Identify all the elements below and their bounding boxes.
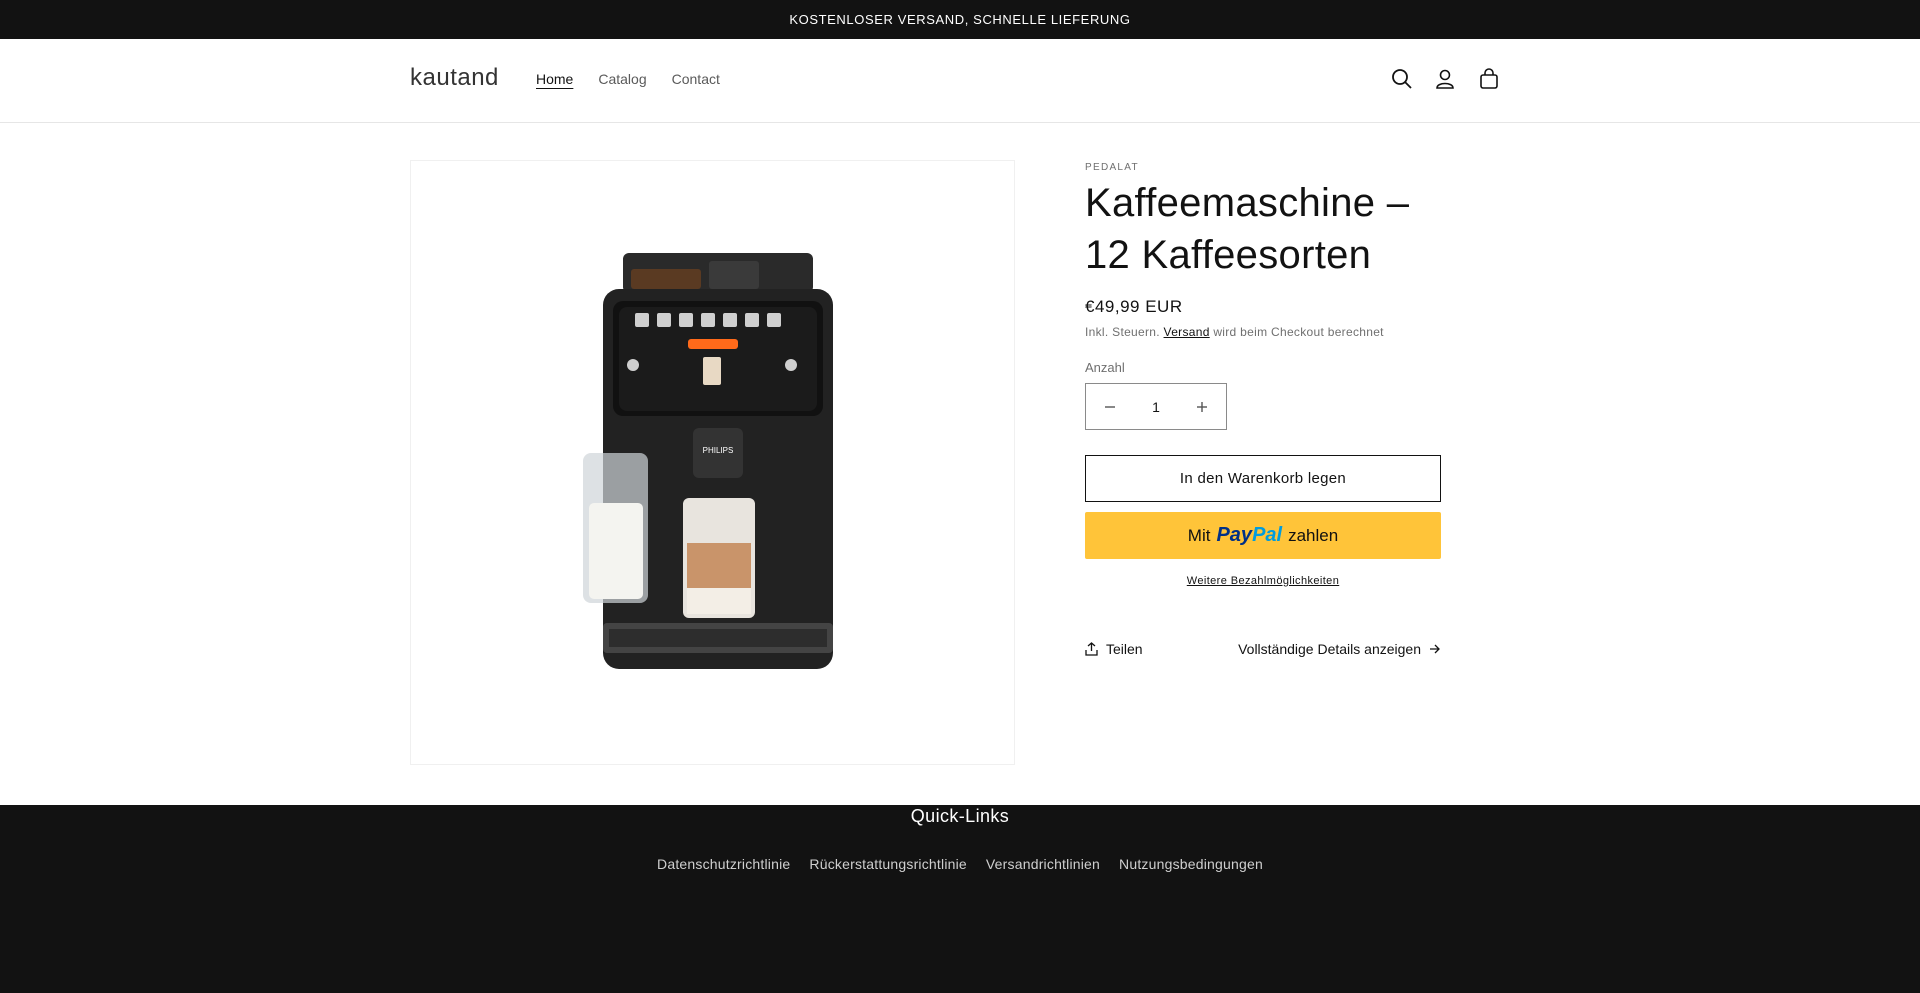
quantity-input[interactable]: 1 xyxy=(1152,399,1160,415)
paypal-logo: PayPal xyxy=(1216,524,1283,546)
tax-note: Inkl. Steuern. Versand wird beim Checkou… xyxy=(1085,325,1441,339)
footer-link-refund[interactable]: Rückerstattungsrichtlinie xyxy=(809,856,967,872)
main-nav: Home Catalog Contact xyxy=(536,71,720,87)
coffee-machine-illustration: PHILIPS xyxy=(582,252,833,669)
quantity-decrease-button[interactable] xyxy=(1086,384,1133,429)
tax-prefix: Inkl. Steuern. xyxy=(1085,325,1160,339)
footer-link-terms[interactable]: Nutzungsbedingungen xyxy=(1119,856,1263,872)
announcement-text: KOSTENLOSER VERSAND, SCHNELLE LIEFERUNG xyxy=(789,12,1131,27)
product-title: Kaffeemaschine – 12 Kaffeesorten xyxy=(1085,181,1410,277)
share-icon xyxy=(1085,642,1098,656)
share-row: Teilen Vollständige Details anzeigen xyxy=(1085,641,1441,657)
nav-contact[interactable]: Contact xyxy=(672,71,720,87)
quantity-stepper: 1 xyxy=(1085,383,1227,430)
footer-heading: Quick-Links xyxy=(910,806,1010,826)
site-header: kautand Home Catalog Contact xyxy=(0,39,1920,123)
svg-text:PHILIPS: PHILIPS xyxy=(702,446,733,455)
product-vendor: PEDALAT xyxy=(1085,162,1139,173)
quantity-increase-button[interactable] xyxy=(1179,384,1226,429)
product-price: €49,99 EUR xyxy=(1085,297,1183,316)
share-button[interactable]: Teilen xyxy=(1085,641,1143,657)
announcement-bar: KOSTENLOSER VERSAND, SCHNELLE LIEFERUNG xyxy=(0,0,1920,39)
paypal-suffix: zahlen xyxy=(1288,525,1339,545)
site-footer: Quick-Links Datenschutzrichtlinie Rücker… xyxy=(0,805,1920,993)
paypal-button[interactable]: Mit PayPal zahlen xyxy=(1085,512,1441,559)
nav-catalog[interactable]: Catalog xyxy=(598,71,646,87)
store-logo[interactable]: kautand xyxy=(410,64,499,92)
full-details-label: Vollständige Details anzeigen xyxy=(1238,641,1421,657)
product-image[interactable]: PHILIPS xyxy=(410,160,1015,765)
search-icon[interactable] xyxy=(1391,68,1417,94)
footer-link-privacy[interactable]: Datenschutzrichtlinie xyxy=(657,856,790,872)
add-to-cart-button[interactable]: In den Warenkorb legen xyxy=(1085,455,1441,502)
quantity-label: Anzahl xyxy=(1085,360,1125,375)
cart-icon[interactable] xyxy=(1478,68,1504,94)
footer-links: Datenschutzrichtlinie Rückerstattungsric… xyxy=(0,856,1920,872)
product-info: PEDALAT Kaffeemaschine – 12 Kaffeesorten… xyxy=(1085,160,1441,657)
arrow-right-icon xyxy=(1430,644,1440,654)
nav-home[interactable]: Home xyxy=(536,71,573,87)
paypal-prefix: Mit xyxy=(1187,525,1211,545)
full-details-link[interactable]: Vollständige Details anzeigen xyxy=(1238,641,1441,657)
product-section: PHILIPS PEDALAT Kaffeemaschine – 12 Kaff… xyxy=(0,123,1920,804)
more-payment-options-link[interactable]: Weitere Bezahlmöglichkeiten xyxy=(1085,575,1441,587)
account-icon[interactable] xyxy=(1434,68,1460,94)
tax-suffix: wird beim Checkout berechnet xyxy=(1213,325,1384,339)
plus-icon xyxy=(1197,401,1208,412)
share-label: Teilen xyxy=(1106,641,1143,657)
minus-icon xyxy=(1104,405,1115,408)
shipping-link[interactable]: Versand xyxy=(1164,325,1210,339)
footer-link-shipping[interactable]: Versandrichtlinien xyxy=(986,856,1100,872)
